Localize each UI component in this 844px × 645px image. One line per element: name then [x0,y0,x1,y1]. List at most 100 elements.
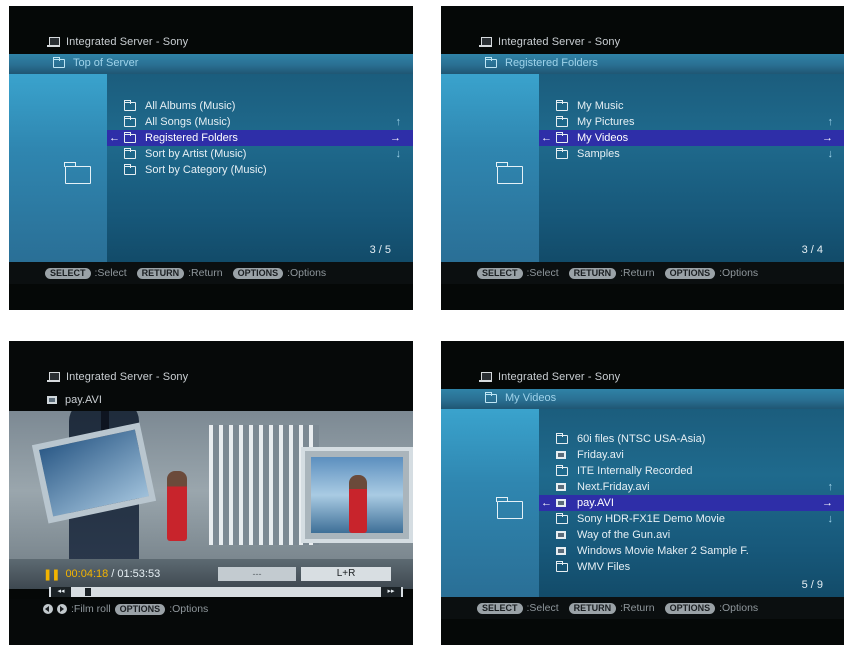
menu-list: 60i files (NTSC USA-Asia) Friday.avi ITE… [539,431,844,575]
list-item[interactable]: My Pictures ↑ [539,114,844,130]
list-item[interactable]: ITE Internally Recorded [539,463,844,479]
folder-icon [485,56,497,68]
options-key[interactable]: OPTIONS [664,267,716,279]
list-item-selected[interactable]: ← Registered Folders → [107,130,413,146]
total-time: / 01:53:53 [111,568,161,580]
up-arrow-icon: ↑ [395,116,402,128]
content-area: My Music My Pictures ↑ ← My Videos → Sample… [441,74,844,262]
options-key[interactable]: OPTIONS [664,602,716,614]
server-header: Integrated Server - Sony [47,36,188,48]
panel-video-playback: Integrated Server - Sony pay.AVI ❚❚ 00:0… [9,341,413,645]
folder-icon [556,513,568,524]
server-name: Integrated Server - Sony [66,371,189,383]
left-key-icon [43,604,53,614]
panel-my-videos: Integrated Server - Sony My Videos 60i f… [441,341,844,645]
list-item[interactable]: Windows Movie Maker 2 Sample F. [539,543,844,559]
down-arrow-icon: ↓ [827,513,834,525]
page-counter: 3 / 5 [369,244,391,256]
content-area: All Albums (Music) All Songs (Music) ↑ ← R… [9,74,413,262]
video-title: pay.AVI [47,394,102,406]
left-column [441,74,539,262]
select-key[interactable]: SELECT [477,602,523,614]
list-item[interactable]: All Songs (Music) ↑ [107,114,413,130]
breadcrumb: My Videos [441,389,844,409]
film-roll-label: :Film roll [71,603,111,615]
list-item[interactable]: All Albums (Music) [107,98,413,114]
left-column [441,409,539,597]
breadcrumb-label: Top of Server [73,57,139,69]
list-item-selected[interactable]: ← My Videos → [539,130,844,146]
video-scene-figure [349,475,367,533]
rewind-icon[interactable]: ◂◂ [51,587,71,597]
video-file-icon [47,396,57,404]
left-column [9,74,107,262]
left-arrow-icon: ← [541,132,552,144]
laptop-icon [47,372,60,382]
folder-icon [556,433,568,444]
server-header: Integrated Server - Sony [479,371,620,383]
server-name: Integrated Server - Sony [498,36,621,48]
music-folder-icon [124,164,136,175]
folder-icon [556,132,568,143]
seek-handle[interactable] [85,588,91,596]
seek-bar[interactable]: ◂◂ ▸▸ [49,587,403,597]
list-item[interactable]: WMV Files [539,559,844,575]
list-item[interactable]: Sony HDR-FX1E Demo Movie ↓ [539,511,844,527]
right-arrow-icon: → [822,497,833,509]
page-counter: 5 / 9 [801,579,823,591]
folder-icon [556,561,568,572]
fast-forward-icon[interactable]: ▸▸ [381,587,401,597]
hint-bar: SELECT:Select RETURN:Return OPTIONS:Opti… [441,262,844,284]
video-filename: pay.AVI [65,394,102,406]
return-key[interactable]: RETURN [136,267,185,279]
list-item[interactable]: My Music [539,98,844,114]
music-folder-icon [124,116,136,127]
page-counter: 3 / 4 [801,244,823,256]
video-file-icon [556,451,566,459]
laptop-icon [47,37,60,47]
select-key[interactable]: SELECT [477,267,523,279]
right-arrow-icon: → [390,132,401,144]
laptop-icon [479,37,492,47]
down-arrow-icon: ↓ [395,148,402,160]
breadcrumb-label: My Videos [505,392,557,404]
up-arrow-icon: ↑ [827,481,834,493]
up-arrow-icon: ↑ [827,116,834,128]
audio-track-indicator: --- [218,567,296,581]
folder-icon [53,56,65,68]
folder-icon [556,148,568,159]
music-folder-icon [124,100,136,111]
list-item[interactable]: Friday.avi [539,447,844,463]
video-frame[interactable] [9,411,413,589]
list-item-selected[interactable]: ← pay.AVI → [539,495,844,511]
return-key[interactable]: RETURN [568,602,617,614]
video-hint-bar: :Film roll OPTIONS :Options [43,603,208,615]
video-file-icon [556,531,566,539]
server-name: Integrated Server - Sony [66,36,189,48]
hint-bar: SELECT:Select RETURN:Return OPTIONS:Opti… [441,597,844,619]
large-folder-icon [64,162,91,184]
folder-icon [556,116,568,127]
panel-registered-folders: Integrated Server - Sony Registered Fold… [441,6,844,310]
folder-icon [124,132,136,143]
list-item[interactable]: Sort by Artist (Music) ↓ [107,146,413,162]
select-key[interactable]: SELECT [45,267,91,279]
options-key[interactable]: OPTIONS [232,267,284,279]
list-item[interactable]: 60i files (NTSC USA-Asia) [539,431,844,447]
options-key[interactable]: OPTIONS [114,603,166,615]
list-item[interactable]: Next.Friday.avi ↑ [539,479,844,495]
server-name: Integrated Server - Sony [498,371,621,383]
breadcrumb: Top of Server [9,54,413,74]
folder-icon [556,465,568,476]
large-folder-icon [496,497,523,519]
down-arrow-icon: ↓ [827,148,834,160]
return-key[interactable]: RETURN [568,267,617,279]
server-header: Integrated Server - Sony [47,371,188,383]
list-item[interactable]: Way of the Gun.avi [539,527,844,543]
list-item[interactable]: Sort by Category (Music) [107,162,413,178]
folder-icon [485,391,497,403]
right-arrow-icon: → [822,132,833,144]
video-file-icon [556,547,566,555]
playback-status: ❚❚ 00:04:18 / 01:53:53 --- L+R [43,567,403,581]
list-item[interactable]: Samples ↓ [539,146,844,162]
